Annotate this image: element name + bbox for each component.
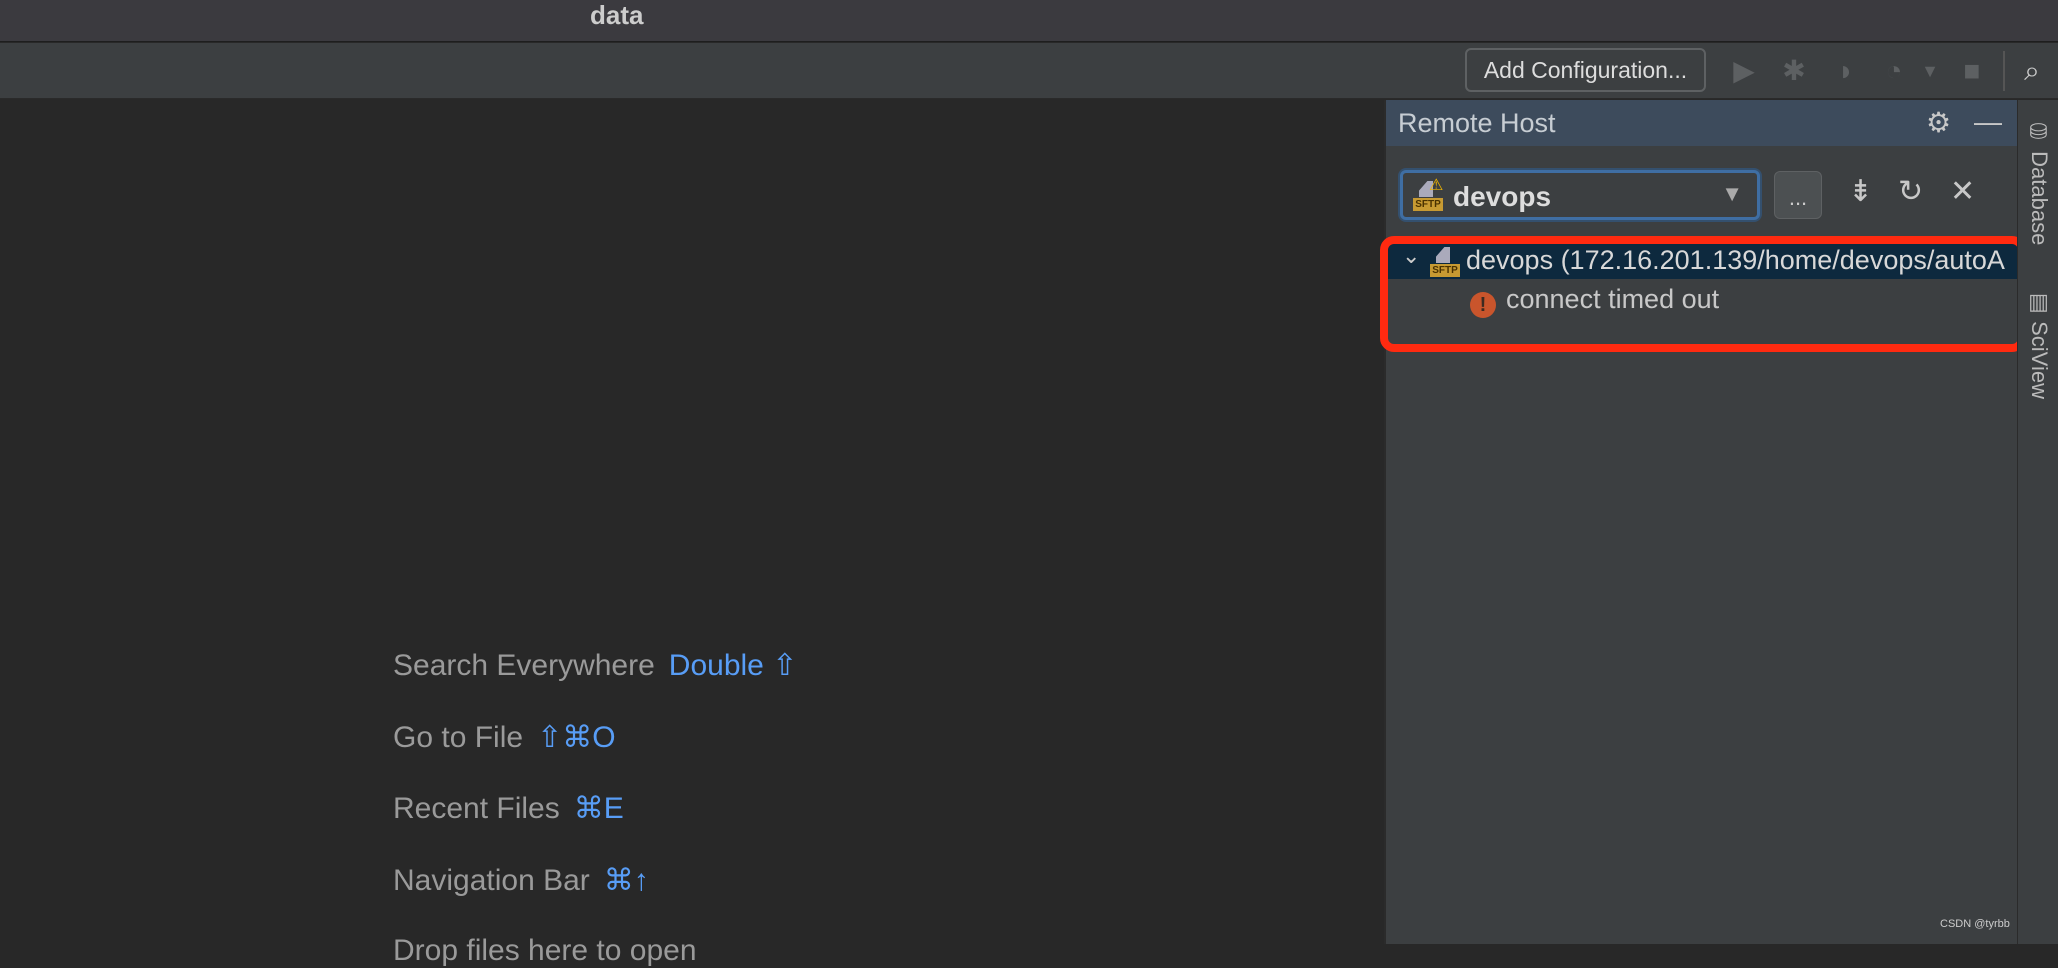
hint-shortcut: ⇧⌘O: [537, 721, 616, 754]
hint-shortcut: ⌘E: [573, 792, 624, 825]
gear-icon[interactable]: ⚙: [1926, 106, 1951, 139]
hint-go-to-file: Go to File ⇧⌘O: [393, 720, 616, 755]
panel-header: Remote Host ⚙ —: [1386, 100, 2017, 146]
toolbar-divider: [2003, 51, 2005, 91]
server-select[interactable]: SFTP ⚠ devops ▼: [1400, 170, 1760, 220]
dropdown-icon[interactable]: ▼: [1912, 51, 1948, 91]
close-icon[interactable]: ✕: [1950, 174, 1975, 209]
hint-label: Recent Files: [393, 792, 560, 825]
watermark: CSDN @tyrbb: [1940, 918, 2010, 930]
server-select-value: devops: [1453, 181, 1552, 212]
hint-search-everywhere: Search Everywhere Double ⇧: [393, 648, 797, 683]
collapse-all-icon[interactable]: ⇟: [1848, 174, 1873, 209]
hint-label: Go to File: [393, 721, 524, 754]
hint-drop-files: Drop files here to open: [393, 934, 697, 968]
hint-shortcut: Double ⇧: [668, 649, 798, 682]
add-configuration-button[interactable]: Add Configuration...: [1465, 48, 1706, 92]
main-toolbar: Add Configuration... ▶ ✱ ◗ ◔ ▼ ■ ⌕: [0, 43, 2058, 99]
highlight-annotation-box: [1380, 236, 2026, 352]
right-tool-stripe: ⛁ Database ▥ SciView: [2017, 100, 2058, 944]
hint-navigation-bar: Navigation Bar ⌘↑: [393, 863, 649, 898]
more-button[interactable]: ...: [1774, 171, 1822, 219]
refresh-icon[interactable]: ↻: [1898, 174, 1923, 209]
window-title: data: [590, 0, 644, 30]
remote-host-panel: Remote Host ⚙ — SFTP ⚠ devops ▼ ... ⇟ ↻ ✕…: [1384, 100, 2017, 944]
hint-label: Navigation Bar: [393, 864, 590, 897]
run-icon[interactable]: ▶: [1726, 51, 1762, 91]
hint-label: Search Everywhere: [393, 649, 655, 682]
coverage-icon[interactable]: ◗: [1828, 51, 1864, 91]
chevron-down-icon: ▼: [1721, 181, 1743, 206]
database-icon: ⛁: [2027, 120, 2052, 152]
stop-icon[interactable]: ■: [1954, 51, 1990, 91]
tab-sciview[interactable]: ▥ SciView: [2026, 290, 2052, 399]
title-bar: data: [0, 0, 2058, 42]
minimize-icon[interactable]: —: [1974, 106, 2002, 138]
tab-database[interactable]: ⛁ Database: [2026, 120, 2052, 245]
tab-label: Database: [2027, 151, 2052, 246]
hint-shortcut: ⌘↑: [603, 864, 649, 897]
sciview-icon: ▥: [2027, 290, 2052, 322]
hint-label: Drop files here to open: [393, 934, 697, 967]
tab-label: SciView: [2027, 321, 2052, 399]
search-icon[interactable]: ⌕: [2014, 51, 2050, 91]
profile-icon[interactable]: ◔: [1876, 51, 1912, 91]
hint-recent-files: Recent Files ⌘E: [393, 791, 624, 826]
editor-empty-area: Search Everywhere Double ⇧ Go to File ⇧⌘O …: [0, 100, 1384, 967]
panel-title: Remote Host: [1398, 108, 1556, 138]
debug-icon[interactable]: ✱: [1776, 51, 1812, 91]
sftp-warning-icon: SFTP ⚠: [1413, 177, 1443, 211]
